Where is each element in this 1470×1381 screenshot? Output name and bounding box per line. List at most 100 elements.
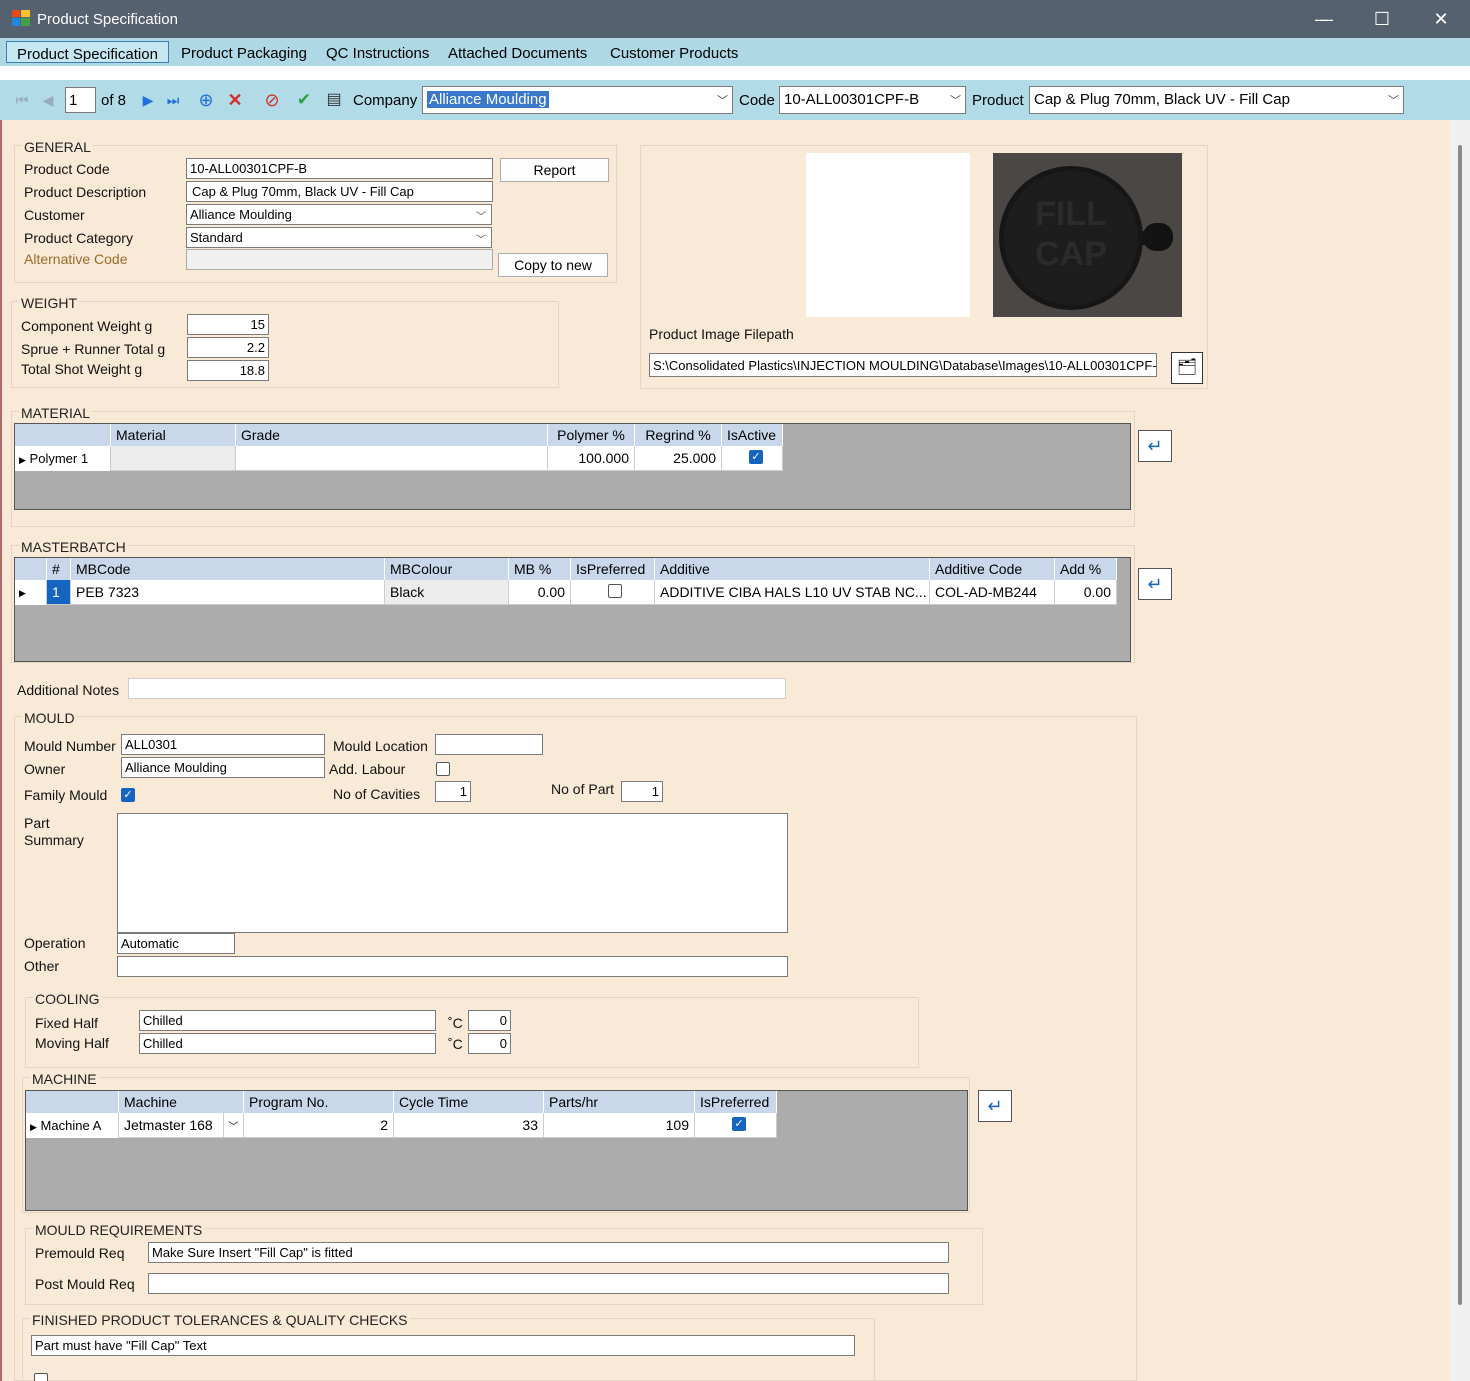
- document-icon[interactable]: ▤: [324, 90, 344, 110]
- premould-req-field[interactable]: Make Sure Insert "Fill Cap" is fitted: [148, 1242, 949, 1263]
- column-header[interactable]: IsPreferred: [571, 558, 655, 580]
- operation-field[interactable]: Automatic: [117, 933, 235, 954]
- record-number-input[interactable]: 1: [65, 87, 96, 113]
- column-header[interactable]: Add %: [1055, 558, 1117, 580]
- tab-qc-instructions[interactable]: QC Instructions: [316, 41, 439, 63]
- additional-notes-field[interactable]: [128, 678, 786, 699]
- column-header[interactable]: IsPreferred: [695, 1091, 777, 1113]
- mb-percent-cell[interactable]: 0.00: [509, 580, 571, 605]
- last-record-icon[interactable]: ⏭: [163, 90, 183, 110]
- isactive-cell[interactable]: ✓: [722, 446, 783, 471]
- parts-per-hour-cell[interactable]: 109: [544, 1113, 695, 1138]
- family-mould-checkbox[interactable]: ✓: [121, 788, 135, 802]
- moving-half-temp-field[interactable]: 0: [468, 1033, 511, 1054]
- column-header[interactable]: Polymer %: [548, 424, 635, 446]
- column-header[interactable]: Program No.: [244, 1091, 394, 1113]
- moving-half-field[interactable]: Chilled: [139, 1033, 436, 1054]
- enter-arrow-icon[interactable]: ↵: [1138, 568, 1172, 600]
- other-field[interactable]: [117, 956, 788, 977]
- ispreferred-checkbox[interactable]: ✓: [732, 1117, 746, 1131]
- material-cell[interactable]: [111, 446, 236, 471]
- partial-checkbox[interactable]: [34, 1373, 48, 1381]
- scrollbar-thumb[interactable]: [1458, 145, 1462, 1305]
- close-button[interactable]: ✕: [1426, 8, 1456, 30]
- owner-field[interactable]: Alliance Moulding: [121, 757, 325, 778]
- delete-record-icon[interactable]: ✕: [225, 90, 245, 110]
- machine-dropdown-cell[interactable]: Jetmaster 168 ﹀: [119, 1113, 244, 1138]
- polymer-cell[interactable]: 100.000: [548, 446, 635, 471]
- mould-location-field[interactable]: [435, 734, 543, 755]
- enter-arrow-icon[interactable]: ↵: [1138, 430, 1172, 462]
- next-record-icon[interactable]: ▶: [138, 90, 158, 110]
- add-percent-cell[interactable]: 0.00: [1055, 580, 1117, 605]
- column-header[interactable]: Cycle Time: [394, 1091, 544, 1113]
- maximize-button[interactable]: ☐: [1367, 8, 1397, 30]
- minimize-button[interactable]: —: [1309, 8, 1339, 30]
- sprue-runner-field[interactable]: 2.2: [187, 337, 269, 358]
- product-description-field[interactable]: Cap & Plug 70mm, Black UV - Fill Cap: [186, 181, 493, 202]
- tab-attached-documents[interactable]: Attached Documents: [438, 41, 597, 63]
- add-record-icon[interactable]: ⊕: [196, 90, 216, 110]
- mould-number-field[interactable]: ALL0301: [121, 734, 325, 755]
- column-header[interactable]: Machine: [119, 1091, 244, 1113]
- column-header[interactable]: Regrind %: [635, 424, 722, 446]
- table-row-header[interactable]: ▶: [15, 580, 47, 605]
- no-of-cavities-field[interactable]: 1: [435, 781, 471, 802]
- vertical-scrollbar[interactable]: [1450, 120, 1470, 1381]
- alternative-code-field[interactable]: [186, 249, 493, 270]
- tab-customer-products[interactable]: Customer Products: [600, 41, 748, 63]
- table-row-header[interactable]: ▶ Machine A: [26, 1113, 119, 1138]
- product-category-dropdown[interactable]: Standard ﹀: [186, 227, 492, 248]
- column-header[interactable]: Additive: [655, 558, 930, 580]
- ispreferred-cell[interactable]: ✓: [695, 1113, 777, 1138]
- mbcolour-cell[interactable]: Black: [385, 580, 509, 605]
- postmould-req-field[interactable]: [148, 1273, 949, 1294]
- column-header[interactable]: MBCode: [71, 558, 385, 580]
- tolerances-field[interactable]: Part must have "Fill Cap" Text: [31, 1335, 855, 1356]
- additive-code-cell[interactable]: COL-AD-MB244: [930, 580, 1055, 605]
- column-header[interactable]: #: [47, 558, 71, 580]
- component-weight-field[interactable]: 15: [187, 314, 269, 335]
- customer-dropdown[interactable]: Alliance Moulding ﹀: [186, 204, 492, 225]
- first-record-icon[interactable]: ⏮: [12, 90, 32, 110]
- regrind-cell[interactable]: 25.000: [635, 446, 722, 471]
- copy-to-new-button[interactable]: Copy to new: [498, 253, 608, 277]
- column-header[interactable]: Additive Code: [930, 558, 1055, 580]
- column-header[interactable]: Parts/hr: [544, 1091, 695, 1113]
- product-dropdown[interactable]: Cap & Plug 70mm, Black UV - Fill Cap ﹀: [1029, 86, 1404, 114]
- fixed-half-field[interactable]: Chilled: [139, 1010, 436, 1031]
- add-labour-checkbox[interactable]: [436, 762, 450, 776]
- cancel-icon[interactable]: ⊘: [262, 90, 282, 110]
- row-number-cell[interactable]: 1: [47, 580, 71, 605]
- report-button[interactable]: Report: [500, 158, 609, 182]
- tab-product-packaging[interactable]: Product Packaging: [171, 41, 317, 63]
- mbcode-cell[interactable]: PEB 7323: [71, 580, 385, 605]
- fixed-half-temp-field[interactable]: 0: [468, 1010, 511, 1031]
- no-of-part-field[interactable]: 1: [621, 781, 663, 802]
- code-dropdown[interactable]: 10-ALL00301CPF-B ﹀: [779, 86, 966, 114]
- isactive-checkbox[interactable]: ✓: [749, 450, 763, 464]
- company-dropdown[interactable]: Alliance Moulding ﹀: [422, 86, 733, 114]
- column-header[interactable]: MBColour: [385, 558, 509, 580]
- column-header[interactable]: Grade: [236, 424, 548, 446]
- column-header[interactable]: MB %: [509, 558, 571, 580]
- column-header[interactable]: Material: [111, 424, 236, 446]
- save-icon[interactable]: ✔: [294, 90, 314, 110]
- table-row-header[interactable]: ▶ Polymer 1: [15, 446, 111, 471]
- ispreferred-checkbox[interactable]: [608, 584, 622, 598]
- product-code-field[interactable]: 10-ALL00301CPF-B: [186, 158, 493, 179]
- chevron-down-icon[interactable]: ﹀: [223, 1113, 243, 1137]
- program-no-cell[interactable]: 2: [244, 1113, 394, 1138]
- column-header[interactable]: IsActive: [722, 424, 783, 446]
- ispreferred-cell[interactable]: [571, 580, 655, 605]
- browse-folder-icon[interactable]: 🗂: [1171, 352, 1203, 384]
- previous-record-icon[interactable]: ◀: [38, 90, 58, 110]
- total-shot-weight-field[interactable]: 18.8: [187, 360, 269, 381]
- cycle-time-cell[interactable]: 33: [394, 1113, 544, 1138]
- enter-arrow-icon[interactable]: ↵: [978, 1090, 1012, 1122]
- grade-cell[interactable]: [236, 446, 548, 471]
- tab-product-specification[interactable]: Product Specification: [6, 41, 169, 63]
- part-summary-textarea[interactable]: [117, 813, 788, 933]
- image-filepath-field[interactable]: S:\Consolidated Plastics\INJECTION MOULD…: [649, 353, 1157, 377]
- additive-cell[interactable]: ADDITIVE CIBA HALS L10 UV STAB NC...: [655, 580, 930, 605]
